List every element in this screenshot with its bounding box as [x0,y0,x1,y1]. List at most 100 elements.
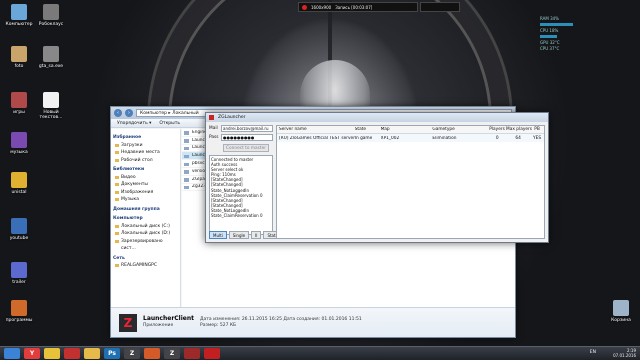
shortcut-icon [613,300,629,316]
shortcut-icon [11,262,27,278]
col-state[interactable]: State [355,127,381,132]
nav-group[interactable]: Избранное [113,134,178,142]
col-max-players[interactable]: Max players [506,127,532,132]
mode-buttons: Multi Single II Stats [209,231,282,239]
single-button[interactable]: Single [228,231,250,239]
desktop-icon-label: программы [5,318,33,323]
nav-group[interactable]: Домашняя группа [113,206,178,214]
server-name: [RU] ZloGames Official TEST server [279,135,355,141]
details-kind: Приложение [143,323,174,328]
nav-group[interactable]: Сеть [113,255,178,263]
shortcut-icon [11,218,27,234]
connect-button[interactable]: Connect to master [223,144,269,152]
desktop-icon-label: Робоклаус [38,22,64,27]
shortcut-icon [11,172,27,188]
desktop-icon-label: youtube [9,236,29,241]
server-max-players: 64 [515,135,521,141]
desktop-icon[interactable]: игры [2,92,36,115]
chrome-icon[interactable] [44,348,60,359]
server-state: In game [354,135,373,141]
desktop-icon-label: музыка [10,150,28,155]
nav-item[interactable]: Музыка [113,196,178,204]
recording-toolbar[interactable]: 1600x900 Запись [00:03:07] [298,2,418,12]
desktop-icon[interactable]: foto [2,46,36,69]
desktop-icon[interactable]: gta_sa.exe [34,46,68,69]
nav-item[interactable]: Локальный диск (D:) [113,230,178,238]
col-server-name[interactable]: Server name [277,127,355,132]
col-pb[interactable]: PB [530,127,544,132]
shortcut-icon [11,300,27,316]
col-map[interactable]: Map [381,127,433,132]
mail-field[interactable]: andrei.borzov@mail.ru [221,125,273,132]
nav-group[interactable]: Компьютер [113,215,178,223]
start-icon[interactable] [4,348,20,359]
zlauncher-window[interactable]: ZGLauncher Mail andrei.borzov@mail.ru Pa… [205,112,549,243]
details-name: LauncherClient [143,315,194,322]
hw-bar [540,23,573,26]
desktop-icon[interactable]: youtube [2,218,36,241]
zlauncher-icon[interactable]: Z [124,348,140,359]
nav-item[interactable]: Рабочий стол [113,157,178,165]
nav-item[interactable]: Загрузки [113,142,178,150]
details-created: 01.01.2016 11:51 [321,316,362,322]
nav-group[interactable]: Библиотеки [113,166,178,174]
hw-row: CPU 18% [540,28,559,33]
ii-button[interactable]: II [251,231,262,239]
desktop-icon-label: foto [14,64,24,69]
server-row[interactable]: [RU] ZloGames Official TEST server In ga… [277,134,544,142]
col-players[interactable]: Players [488,127,506,132]
desktop-icon[interactable]: программы [2,300,36,323]
recording-label: Запись [00:03:07] [335,4,373,10]
language-indicator[interactable]: EN [590,350,596,355]
desktop-icon[interactable]: Корзина [604,300,638,323]
hardware-monitor: RAM 34% CPU 18% GPU 32°C CPU 37°C [536,14,640,126]
nav-item[interactable]: Изображения [113,189,178,197]
nav-item[interactable]: REALGAMINGPC [113,262,178,270]
organize-button[interactable]: Упорядочить ▾ [117,121,151,126]
nav-item[interactable]: Документы [113,181,178,189]
nav-item[interactable]: Видео [113,174,178,182]
recording-controls[interactable] [420,2,460,12]
media-icon[interactable] [144,348,160,359]
back-button[interactable]: ‹ [114,109,122,117]
desktop-icon-label: игры [13,110,25,115]
folder-icon[interactable] [84,348,100,359]
system-tray[interactable]: EN 2:19 07.01.2016 [590,348,636,358]
details-size-label: Размер: [200,322,219,328]
forward-button[interactable]: › [125,109,133,117]
record-icon [302,4,307,10]
game-icon[interactable] [184,348,200,359]
desktop-icon-label: unistal [11,190,27,195]
desktop-icon[interactable]: trailer [2,262,36,285]
recorder-icon[interactable] [204,348,220,359]
desktop-icon[interactable]: Новый текстов... [34,92,68,120]
col-gametype[interactable]: Gametype [432,127,488,132]
recording-resolution: 1600x900 [311,4,332,10]
log-output: Connected to master Auth success Server se… [209,155,273,235]
nav-item[interactable]: Зарезервировано сист... [113,238,178,253]
desktop-icon[interactable]: Компьютер [2,4,36,27]
shortcut-icon [11,46,27,62]
desktop-icon[interactable]: unistal [2,172,36,195]
desktop-icon[interactable]: Робоклаус [34,4,68,27]
password-field[interactable]: ●●●●●●●●● [221,134,273,141]
open-button[interactable]: Открыть [159,121,180,126]
yandex-icon[interactable]: Y [24,348,40,359]
hw-row: CPU 37°C [540,46,560,51]
mail-label: Mail [209,126,218,131]
details-modified-label: Дата изменения: [200,316,241,322]
nav-item[interactable]: Недавние места [113,149,178,157]
ccleaner-icon[interactable] [64,348,80,359]
shortcut-icon [43,4,59,20]
nav-item[interactable]: Локальный диск (C:) [113,223,178,231]
zlauncher-icon[interactable]: Z [164,348,180,359]
desktop-icon-label: Корзина [611,318,631,323]
server-gametype: Elimination [432,135,457,141]
navigation-pane: Избранное Загрузки Недавние места Рабочий с… [111,129,181,307]
multi-button[interactable]: Multi [209,231,227,239]
desktop-icon-label: Компьютер [5,22,33,27]
desktop-icon[interactable]: музыка [2,132,36,155]
photoshop-icon[interactable]: Ps [104,348,120,359]
server-list: Server name State Map Gametype Players M… [276,125,545,239]
server-list-header: Server name State Map Gametype Players M… [277,126,544,134]
